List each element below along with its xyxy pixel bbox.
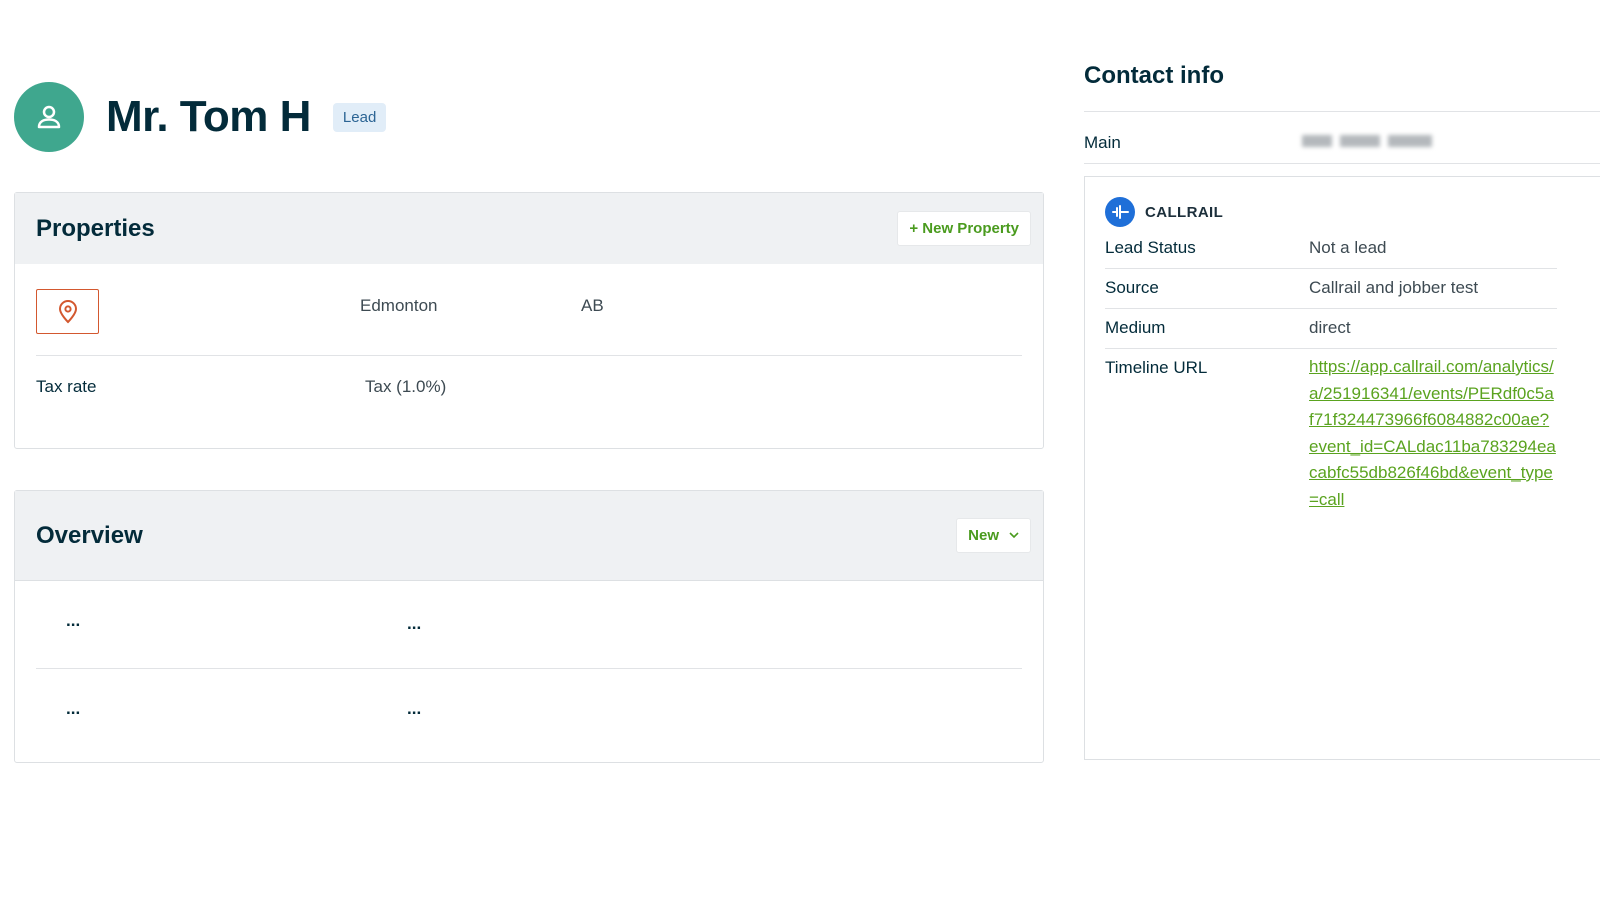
main-phone-row: Main (1084, 111, 1600, 164)
property-city: Edmonton (360, 296, 438, 315)
callrail-logo-icon (1105, 197, 1135, 227)
new-dropdown-button[interactable]: New (956, 518, 1031, 553)
overview-cell: ... (407, 699, 422, 718)
callrail-panel: CALLRAIL Lead Status Not a lead Source C… (1084, 176, 1600, 760)
new-button-label: New (968, 527, 999, 544)
new-property-button[interactable]: + New Property (897, 211, 1031, 246)
field-value: Callrail and jobber test (1309, 278, 1479, 297)
timeline-url-link[interactable]: https://app.callrail.com/analytics/a/251… (1309, 354, 1557, 513)
overview-row: ... ... (36, 669, 1022, 757)
redacted-phone-number (1302, 133, 1434, 149)
main-phone-label: Main (1084, 133, 1121, 152)
field-value: direct (1309, 318, 1351, 337)
lead-status-badge: Lead (332, 102, 387, 132)
timeline-url-row: Timeline URL https://app.callrail.com/an… (1105, 349, 1557, 523)
client-name: Mr. Tom H (106, 92, 311, 141)
overview-card: Overview New ... ... ... ... (14, 490, 1044, 763)
client-header: Mr. Tom H Lead (14, 82, 387, 152)
source-row: Source Callrail and jobber test (1105, 269, 1557, 309)
field-key: Lead Status (1105, 238, 1196, 257)
tax-rate-row: Tax rate Tax (1.0%) (36, 356, 1022, 426)
contact-info-title: Contact info (1084, 62, 1224, 89)
property-province: AB (581, 296, 604, 315)
overview-cell: ... (66, 611, 81, 630)
overview-title: Overview (36, 521, 143, 549)
callrail-header: CALLRAIL (1105, 197, 1223, 227)
overview-cell: ... (66, 699, 81, 718)
tax-rate-label: Tax rate (36, 377, 97, 396)
map-pin-icon[interactable] (36, 289, 99, 334)
properties-card: Properties + New Property Edmonton AB Ta… (14, 192, 1044, 449)
overview-row: ... ... (36, 581, 1022, 669)
callrail-fields: Lead Status Not a lead Source Callrail a… (1105, 229, 1557, 523)
field-key: Medium (1105, 318, 1166, 337)
field-key: Source (1105, 278, 1159, 297)
lead-status-row: Lead Status Not a lead (1105, 229, 1557, 269)
medium-row: Medium direct (1105, 309, 1557, 349)
properties-header: Properties + New Property (15, 193, 1043, 264)
person-icon (14, 82, 84, 152)
tax-rate-value: Tax (1.0%) (365, 377, 447, 396)
properties-title: Properties (36, 214, 155, 242)
overview-cell: ... (407, 614, 422, 633)
overview-header: Overview New (15, 491, 1043, 581)
field-key: Timeline URL (1105, 358, 1208, 377)
property-row[interactable]: Edmonton AB (36, 264, 1022, 356)
field-value: Not a lead (1309, 238, 1387, 257)
chevron-down-icon (1009, 532, 1019, 539)
callrail-brand: CALLRAIL (1145, 203, 1224, 221)
